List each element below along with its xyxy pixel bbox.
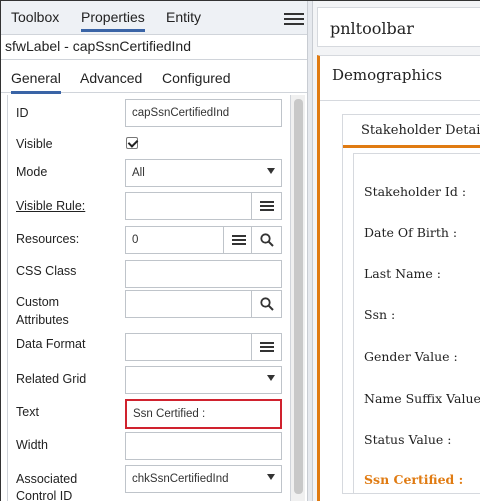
css-class-label: CSS Class	[16, 264, 77, 278]
tab-toolbox[interactable]: Toolbox	[11, 9, 59, 25]
custom-attributes-label-line1: Custom	[16, 295, 60, 309]
search-icon[interactable]	[251, 291, 281, 317]
width-label: Width	[16, 438, 48, 452]
panel-tab-bar: Toolbox Properties Entity	[1, 1, 307, 35]
tab-advanced[interactable]: Advanced	[80, 70, 142, 86]
group-accent-bar	[343, 145, 480, 148]
field-label-date-of-birth[interactable]: Date Of Birth :	[364, 225, 457, 240]
mode-value: All	[132, 167, 145, 179]
list-icon[interactable]	[251, 334, 281, 360]
id-field[interactable]: capSsnCertifiedInd	[125, 99, 282, 127]
field-label-ssn[interactable]: Ssn :	[364, 307, 395, 322]
data-format-label: Data Format	[16, 337, 86, 351]
mode-select[interactable]: All	[125, 159, 282, 187]
associated-control-id-select[interactable]: chkSsnCertifiedInd	[125, 465, 282, 493]
divider	[320, 100, 480, 101]
custom-attributes-label-line2: Attributes	[16, 313, 69, 327]
field-label-status-value[interactable]: Status Value :	[364, 432, 451, 447]
related-grid-label: Related Grid	[16, 372, 87, 386]
stakeholder-fields: Stakeholder Id : Date Of Birth : Last Na…	[353, 153, 480, 493]
resources-value: 0	[132, 234, 139, 246]
id-value: capSsnCertifiedInd	[132, 107, 230, 119]
chevron-down-icon	[267, 168, 275, 174]
toolbar-panel-title: pnltoolbar	[330, 19, 414, 38]
related-grid-select[interactable]	[125, 366, 282, 394]
visible-checkbox[interactable]	[126, 137, 138, 149]
visible-rule-field[interactable]	[125, 192, 282, 220]
field-label-gender-value[interactable]: Gender Value :	[364, 349, 458, 364]
text-field[interactable]: Ssn Certified :	[125, 399, 282, 429]
search-icon[interactable]	[251, 227, 281, 253]
associated-control-id-value: chkSsnCertifiedInd	[132, 473, 229, 485]
scrollbar-thumb[interactable]	[294, 99, 303, 494]
toolbar-panel[interactable]: pnltoolbar	[317, 7, 480, 47]
property-grid: ID capSsnCertifiedInd Visible Mode All V…	[7, 95, 283, 501]
demographics-title: Demographics	[332, 66, 443, 84]
custom-attributes-field[interactable]	[125, 290, 282, 318]
chevron-down-icon	[267, 474, 275, 480]
form-preview: pnltoolbar Demographics Stakeholder Deta…	[313, 1, 480, 501]
menu-icon[interactable]	[284, 13, 304, 25]
mode-label: Mode	[16, 165, 48, 179]
associated-control-id-label-line1: Associated	[16, 472, 78, 486]
tab-entity[interactable]: Entity	[166, 9, 201, 25]
css-class-field[interactable]	[125, 260, 282, 288]
property-subtabs: General Advanced Configured	[1, 59, 307, 94]
tab-properties[interactable]: Properties	[81, 9, 145, 32]
width-field[interactable]	[125, 432, 282, 460]
field-label-stakeholder-id[interactable]: Stakeholder Id :	[364, 184, 466, 199]
field-label-last-name[interactable]: Last Name :	[364, 266, 441, 281]
id-label: ID	[16, 106, 29, 120]
properties-panel: Toolbox Properties Entity sfwLabel - cap…	[1, 1, 307, 501]
selected-control-title: sfwLabel - capSsnCertifiedInd	[5, 38, 191, 54]
field-label-name-suffix-value[interactable]: Name Suffix Value :	[364, 391, 480, 406]
chevron-down-icon	[267, 375, 275, 381]
resources-field[interactable]: 0	[125, 226, 282, 254]
stakeholder-group[interactable]: Stakeholder Details Stakeholder Id : Dat…	[342, 114, 480, 494]
tab-configured[interactable]: Configured	[162, 70, 231, 86]
property-grid-scrollbar[interactable]	[290, 95, 305, 501]
data-format-field[interactable]	[125, 333, 282, 361]
associated-control-id-label-line2: Control ID	[16, 489, 73, 501]
field-label-ssn-certified[interactable]: Ssn Certified :	[364, 472, 463, 487]
tab-general[interactable]: General	[11, 70, 61, 94]
text-label: Text	[16, 405, 39, 419]
stakeholder-group-title: Stakeholder Details	[361, 123, 480, 138]
resources-label: Resources:	[16, 232, 80, 246]
visible-rule-label[interactable]: Visible Rule:	[16, 198, 85, 215]
visible-label: Visible	[16, 137, 53, 151]
list-icon[interactable]	[251, 193, 281, 219]
list-icon[interactable]	[223, 227, 253, 253]
demographics-panel[interactable]: Demographics Stakeholder Details Stakeho…	[317, 55, 480, 501]
text-value: Ssn Certified :	[133, 408, 206, 420]
